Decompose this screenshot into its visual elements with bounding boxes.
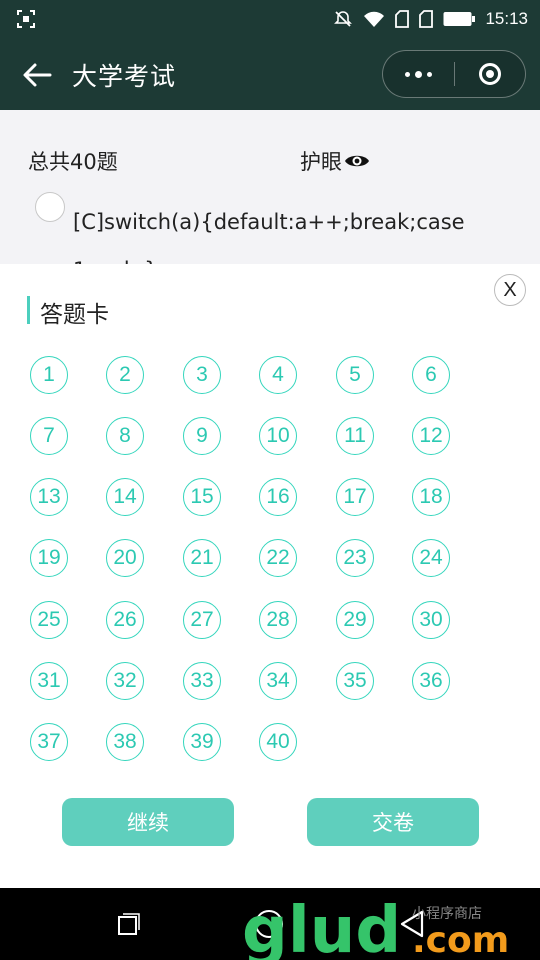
- question-number-button[interactable]: 20: [106, 539, 144, 577]
- question-number-button[interactable]: 6: [412, 356, 450, 394]
- eye-mode-toggle[interactable]: 护眼: [300, 146, 370, 176]
- close-sheet-button[interactable]: X: [494, 274, 526, 306]
- question-number-button[interactable]: 32: [106, 662, 144, 700]
- question-number-button[interactable]: 2: [106, 356, 144, 394]
- dot-icon: [427, 71, 432, 77]
- question-number-button[interactable]: 26: [106, 601, 144, 639]
- question-number-button[interactable]: 28: [259, 601, 297, 639]
- question-number-button[interactable]: 34: [259, 662, 297, 700]
- sim1-icon: [395, 10, 410, 28]
- status-time: 15:13: [485, 9, 528, 28]
- question-number-button[interactable]: 12: [412, 417, 450, 455]
- mute-icon: [334, 11, 353, 27]
- close-miniprogram-button[interactable]: [455, 51, 525, 97]
- screenshot-icon: [17, 10, 35, 28]
- continue-button[interactable]: 继续: [62, 798, 234, 846]
- question-number-button[interactable]: 3: [183, 356, 221, 394]
- question-number-button[interactable]: 9: [183, 417, 221, 455]
- title-accent-bar: [27, 296, 30, 324]
- question-number-button[interactable]: 38: [106, 723, 144, 761]
- question-number-button[interactable]: 37: [30, 723, 68, 761]
- question-number-button[interactable]: 40: [259, 723, 297, 761]
- question-number-button[interactable]: 13: [30, 478, 68, 516]
- eye-mode-label: 护眼: [300, 150, 342, 174]
- watermark-subtext: 小程序商店: [412, 906, 482, 922]
- question-number-button[interactable]: 4: [259, 356, 297, 394]
- submit-exam-button[interactable]: 交卷: [307, 798, 479, 846]
- question-number-button[interactable]: 15: [183, 478, 221, 516]
- question-number-button[interactable]: 33: [183, 662, 221, 700]
- question-number-button[interactable]: 39: [183, 723, 221, 761]
- wifi-icon: [364, 11, 385, 27]
- dot-icon: [405, 71, 410, 77]
- question-number-button[interactable]: 35: [336, 662, 374, 700]
- answer-sheet-panel: X 答题卡 1 2 3 4 5 6 7 8 9 10 11 12 13 14 15 16 17 18 19 20 21 2…: [0, 264, 540, 888]
- question-total: 总共40题: [28, 150, 118, 174]
- target-icon: [479, 63, 501, 85]
- sim2-icon: [419, 10, 434, 28]
- question-number-button[interactable]: 5: [336, 356, 374, 394]
- question-number-button[interactable]: 30: [412, 601, 450, 639]
- status-bar: 15:13: [0, 0, 540, 38]
- question-number-button[interactable]: 19: [30, 539, 68, 577]
- battery-icon: [443, 12, 476, 26]
- question-number-button[interactable]: 17: [336, 478, 374, 516]
- watermark-text: glud: [242, 894, 401, 960]
- question-number-button[interactable]: 11: [336, 417, 374, 455]
- question-number-button[interactable]: 22: [259, 539, 297, 577]
- question-number-button[interactable]: 31: [30, 662, 68, 700]
- watermark-domain: .com: [412, 920, 509, 960]
- question-number-button[interactable]: 21: [183, 539, 221, 577]
- back-arrow-icon[interactable]: [20, 58, 54, 92]
- question-number-button[interactable]: 25: [30, 601, 68, 639]
- question-number-button[interactable]: 10: [259, 417, 297, 455]
- question-number-button[interactable]: 18: [412, 478, 450, 516]
- option-radio[interactable]: [35, 192, 65, 222]
- site-watermark-logo: glud .com 小程序商店: [242, 894, 509, 960]
- question-number-button[interactable]: 1: [30, 356, 68, 394]
- question-number-button[interactable]: 29: [336, 601, 374, 639]
- question-number-button[interactable]: 23: [336, 539, 374, 577]
- question-number-button[interactable]: 27: [183, 601, 221, 639]
- page-title: 大学考试: [72, 62, 177, 91]
- question-number-button[interactable]: 24: [412, 539, 450, 577]
- dot-icon: [415, 70, 422, 78]
- status-icons: 15:13: [333, 8, 528, 30]
- question-number-button[interactable]: 14: [106, 478, 144, 516]
- answer-sheet-title: 答题卡: [40, 302, 109, 328]
- eye-icon: [345, 155, 369, 167]
- question-number-button[interactable]: 7: [30, 417, 68, 455]
- question-number-button[interactable]: 8: [106, 417, 144, 455]
- app-header: 大学考试: [0, 38, 540, 110]
- miniprogram-capsule: [382, 50, 526, 98]
- question-page: 总共40题 护眼 [C]switch(a){default:a++;break;…: [0, 110, 540, 282]
- more-menu-button[interactable]: [383, 51, 454, 97]
- question-number-button[interactable]: 16: [259, 478, 297, 516]
- question-number-button[interactable]: 36: [412, 662, 450, 700]
- recent-apps-icon[interactable]: [118, 913, 140, 935]
